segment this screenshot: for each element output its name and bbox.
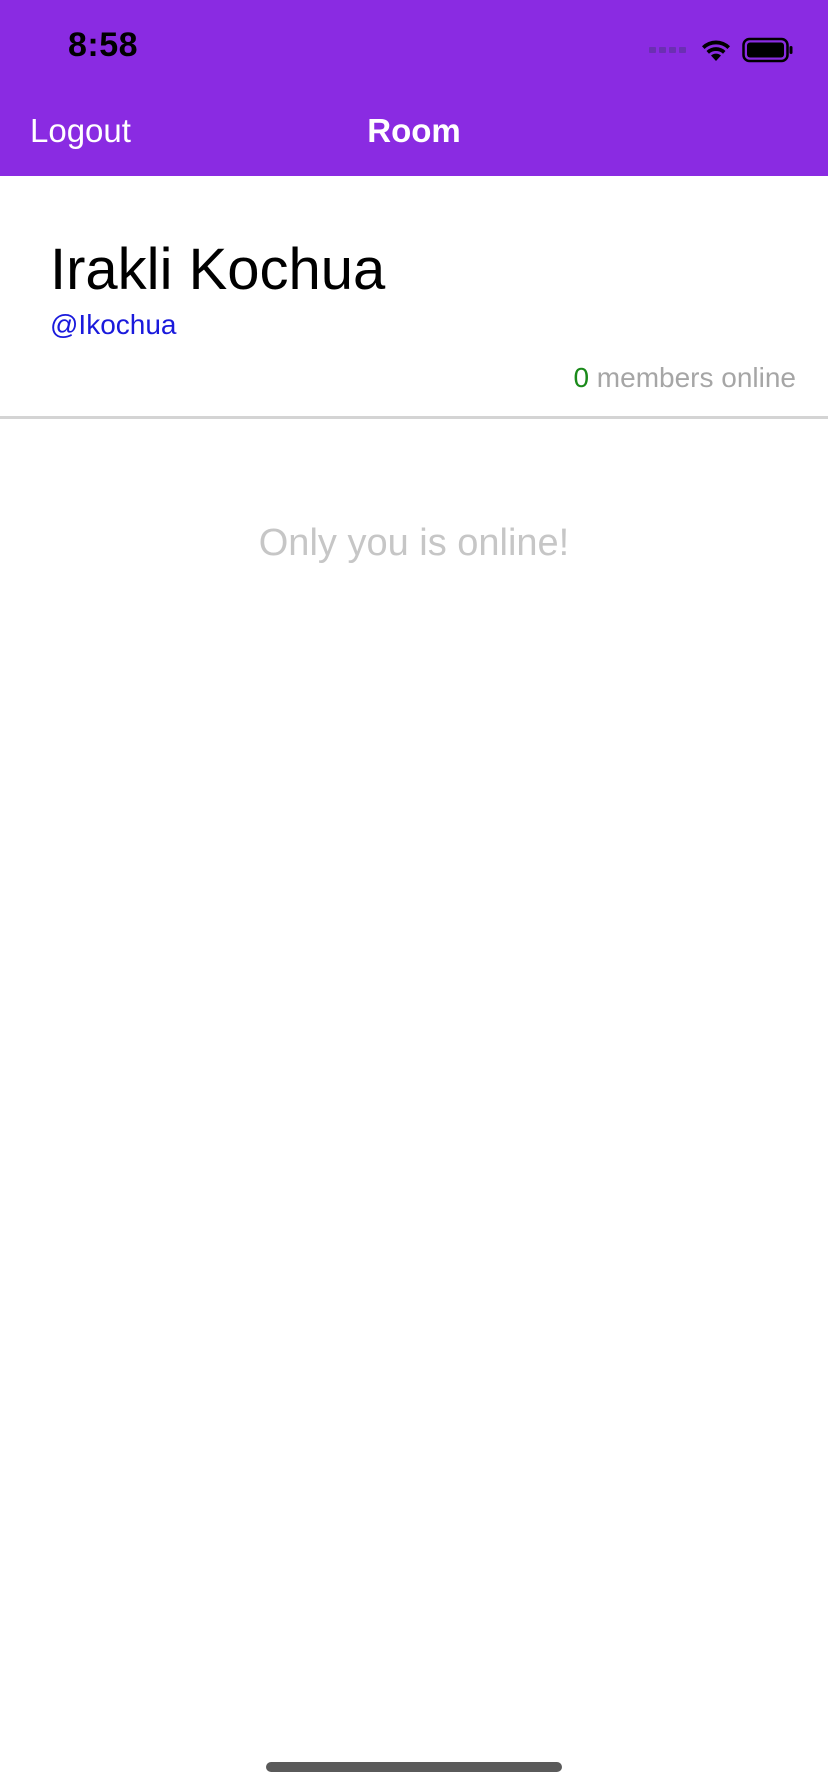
cellular-signal-icon [649,47,686,53]
status-time: 8:58 [68,26,139,64]
status-icons [649,36,794,64]
user-handle: @Ikochua [50,309,177,340]
user-profile-section: Irakli Kochua @Ikochua 0 members online [0,176,828,419]
wifi-icon [702,40,730,61]
battery-icon [742,37,793,63]
online-label: members online [589,362,796,393]
app-header: 8:58 Logout Room [0,0,828,176]
online-members-status: 0 members online [573,362,796,394]
room-screen: 8:58 Logout Room Irakli Kochua @Ikochua … [0,0,828,1792]
user-name: Irakli Kochua [50,237,386,302]
page-title: Room [367,112,461,149]
online-count: 0 [573,362,590,393]
empty-members-message: Only you is online! [258,522,570,564]
home-indicator[interactable] [266,1762,562,1772]
